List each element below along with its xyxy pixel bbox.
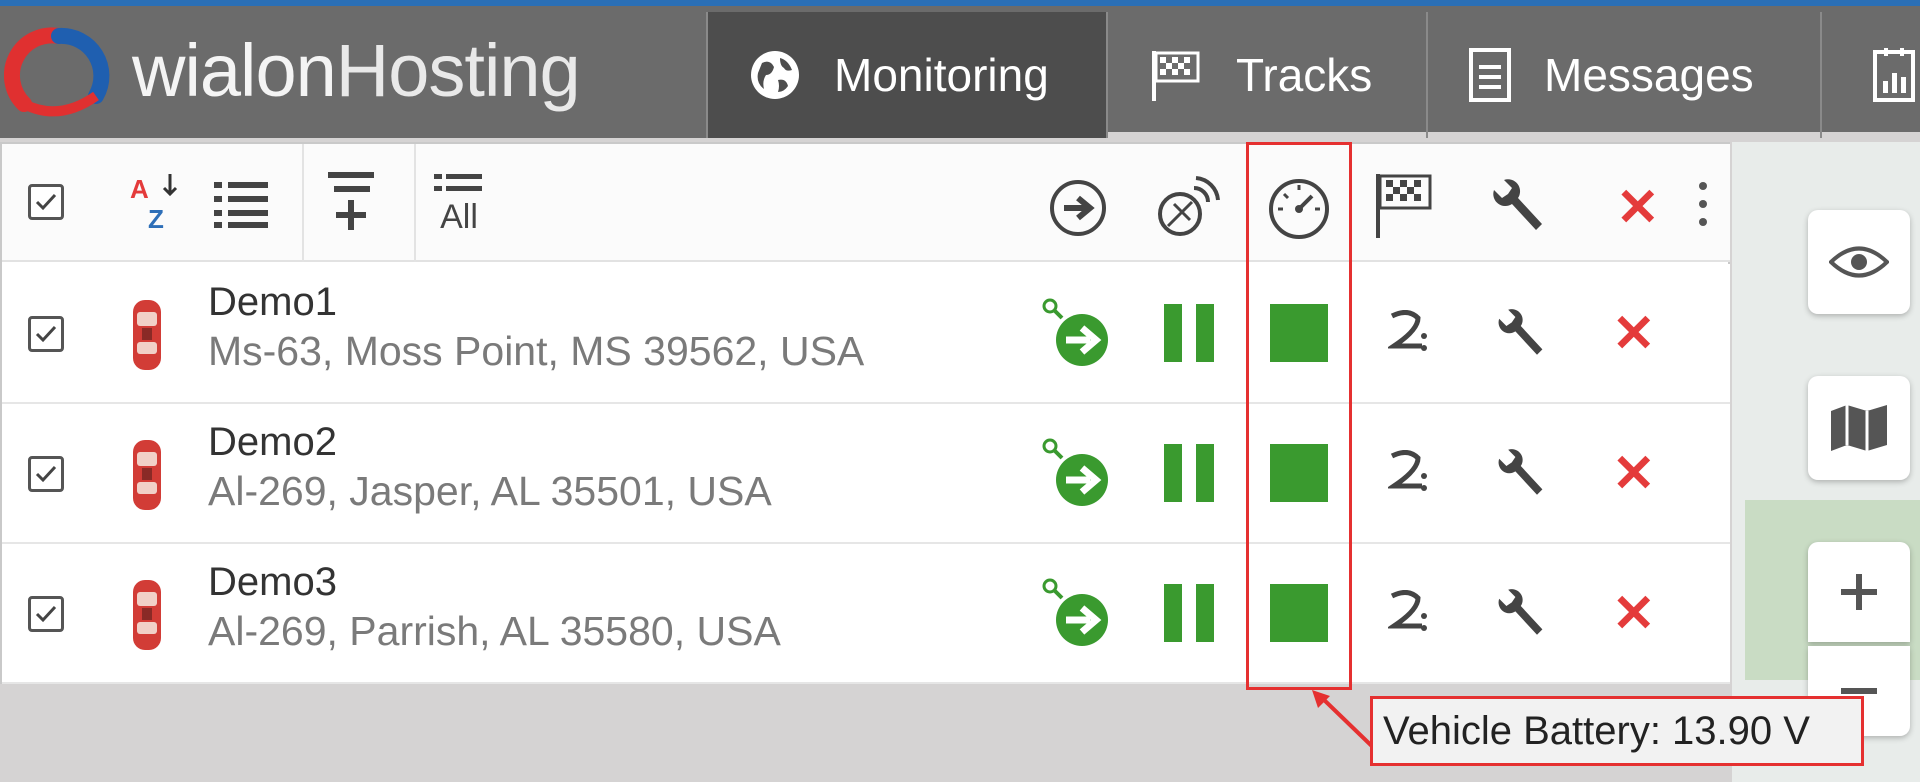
add-units-icon[interactable]	[326, 168, 376, 234]
sensor-square-icon[interactable]	[1270, 444, 1328, 502]
unit-checkbox[interactable]	[28, 316, 64, 352]
go-to-unit-icon[interactable]	[1040, 296, 1116, 372]
toolbar-divider	[414, 144, 416, 262]
svg-text:Z: Z	[148, 204, 164, 234]
unit-row[interactable]: Demo2 Al-269, Jasper, AL 35501, USA ✕	[2, 404, 1730, 544]
connection-state-column-icon[interactable]	[1152, 174, 1222, 240]
show-all-units-button[interactable]: All	[434, 172, 484, 237]
unit-checkbox[interactable]	[28, 596, 64, 632]
monitoring-panel: AZ All ✕ Demo1 Ms-63, Moss Point, MS 395…	[0, 142, 1730, 684]
checkered-flag-icon	[1148, 47, 1204, 103]
tab-monitoring[interactable]: Monitoring	[706, 12, 1106, 138]
track-toggle-icon[interactable]	[1388, 590, 1428, 634]
messages-icon	[1468, 47, 1512, 103]
plus-icon	[1841, 574, 1877, 610]
tab-messages[interactable]: Messages	[1426, 12, 1820, 138]
wrench-icon[interactable]	[1492, 448, 1546, 502]
more-options-icon[interactable]	[1698, 180, 1708, 228]
minus-icon	[1841, 688, 1877, 694]
tracks-column-flag-icon[interactable]	[1374, 172, 1436, 240]
car-icon	[130, 438, 164, 512]
map-icon	[1831, 405, 1887, 451]
reports-icon	[1872, 47, 1916, 103]
globe-icon	[748, 48, 802, 102]
unit-checkbox[interactable]	[28, 456, 64, 492]
unit-address: Ms-63, Moss Point, MS 39562, USA	[208, 328, 865, 374]
delete-unit-icon[interactable]: ✕	[1612, 308, 1656, 360]
wrench-icon[interactable]	[1492, 588, 1546, 642]
pause-state-icon[interactable]	[1162, 584, 1216, 642]
unit-row[interactable]: Demo3 Al-269, Parrish, AL 35580, USA ✕	[2, 544, 1730, 684]
delete-unit-icon[interactable]: ✕	[1612, 588, 1656, 640]
go-to-unit-icon[interactable]	[1040, 576, 1116, 652]
tab-monitoring-label: Monitoring	[834, 49, 1049, 101]
logo-text-thin: Hosting	[335, 29, 581, 112]
tab-tracks[interactable]: Tracks	[1106, 12, 1426, 138]
sensor-gauge-column-icon[interactable]	[1266, 176, 1332, 240]
unit-address: Al-269, Parrish, AL 35580, USA	[208, 608, 781, 654]
logo-wordmark: wialonHosting	[132, 28, 581, 113]
unit-row[interactable]: Demo1 Ms-63, Moss Point, MS 39562, USA ✕	[2, 264, 1730, 404]
monitoring-toolbar: AZ All ✕	[2, 144, 1730, 262]
car-icon	[130, 578, 164, 652]
go-to-unit-column-icon[interactable]	[1048, 178, 1108, 238]
list-view-icon[interactable]	[214, 180, 268, 230]
map-visibility-button[interactable]	[1808, 210, 1910, 314]
logo-text-bold: wialon	[132, 29, 337, 112]
zoom-in-button[interactable]	[1808, 542, 1910, 642]
unit-name: Demo2	[208, 420, 337, 464]
unit-name: Demo3	[208, 560, 337, 604]
pause-state-icon[interactable]	[1162, 304, 1216, 362]
toolbar-divider	[302, 144, 304, 262]
logo-ring-icon	[4, 27, 110, 117]
wialon-hosting-logo[interactable]: wialonHosting	[0, 12, 706, 138]
tab-messages-label: Messages	[1544, 49, 1754, 101]
track-toggle-icon[interactable]	[1388, 450, 1428, 494]
top-navigation-bar: wialonHosting Monitoring Tracks Messages	[0, 0, 1920, 138]
pause-state-icon[interactable]	[1162, 444, 1216, 502]
map-layers-button[interactable]	[1808, 376, 1910, 480]
select-all-checkbox[interactable]	[28, 184, 64, 220]
delete-column-icon[interactable]: ✕	[1616, 182, 1660, 234]
eye-icon	[1829, 246, 1889, 278]
sensor-square-icon[interactable]	[1270, 584, 1328, 642]
show-all-label: All	[440, 198, 478, 236]
tab-tracks-label: Tracks	[1236, 49, 1373, 101]
unit-address: Al-269, Jasper, AL 35501, USA	[208, 468, 772, 514]
svg-text:A: A	[130, 174, 149, 204]
delete-unit-icon[interactable]: ✕	[1612, 448, 1656, 500]
sort-az-icon[interactable]: AZ	[126, 170, 190, 234]
wrench-icon[interactable]	[1492, 308, 1546, 362]
tab-reports[interactable]	[1820, 12, 1920, 138]
sensor-tooltip: Vehicle Battery: 13.90 V	[1370, 696, 1864, 766]
track-toggle-icon[interactable]	[1388, 310, 1428, 354]
unit-name: Demo1	[208, 280, 337, 324]
go-to-unit-icon[interactable]	[1040, 436, 1116, 512]
car-icon	[130, 298, 164, 372]
sensor-square-icon[interactable]	[1270, 304, 1328, 362]
commands-column-wrench-icon[interactable]	[1486, 178, 1546, 238]
